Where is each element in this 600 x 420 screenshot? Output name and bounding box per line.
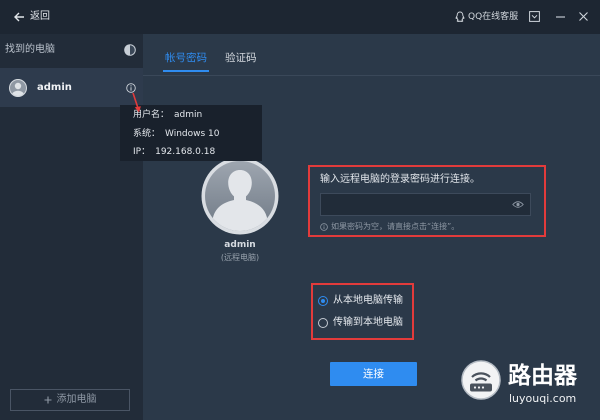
password-hint-text: 如果密码为空，请直接点击“连接”。 — [331, 222, 460, 231]
sidebar-header: 找到的电脑 — [5, 44, 55, 55]
transfer-direction-group: 从本地电脑传输 传输到本地电脑 — [311, 283, 414, 340]
watermark-name: 路由器 — [508, 363, 577, 389]
password-prompt: 输入远程电脑的登录密码进行连接。 — [320, 174, 480, 185]
tooltip-value: admin — [174, 110, 203, 120]
radio-option-local-to-remote[interactable]: 从本地电脑传输 — [318, 295, 403, 307]
title-bar: 返回 QQ在线客服 — [0, 0, 600, 34]
tooltip-row-username: 用户名： admin — [133, 109, 262, 128]
watermark-domain: luyouqi.com — [509, 392, 577, 405]
eye-icon[interactable] — [512, 200, 524, 209]
password-input[interactable] — [321, 194, 511, 215]
add-computer-label: 添加电脑 — [56, 394, 97, 405]
annotation-arrow — [128, 91, 144, 115]
tooltip-value: Windows 10 — [165, 128, 220, 139]
tab-account-password[interactable]: 帐号密码 — [163, 52, 209, 72]
refresh-spinner-icon[interactable] — [124, 44, 136, 56]
arrow-left-icon — [13, 11, 25, 23]
connect-button[interactable]: 连接 — [330, 362, 417, 386]
radio-label: 传输到本地电脑 — [333, 317, 403, 328]
router-logo-icon — [461, 360, 501, 400]
user-avatar-icon — [9, 79, 27, 97]
qq-support-link[interactable]: QQ在线客服 — [455, 10, 518, 24]
password-section: 输入远程电脑的登录密码进行连接。 如果密码为空，请直接点击“连接”。 — [308, 165, 546, 237]
remote-computer-caption: (远程电脑) — [220, 253, 260, 262]
radio-button[interactable] — [318, 296, 328, 306]
support-label: QQ在线客服 — [468, 12, 519, 22]
radio-option-remote-to-local[interactable]: 传输到本地电脑 — [318, 317, 403, 329]
tooltip-label: 系统： — [133, 128, 161, 139]
tabs-divider — [143, 75, 600, 76]
radio-label: 从本地电脑传输 — [333, 295, 403, 306]
radio-button[interactable] — [318, 318, 328, 328]
remote-connect-window: 返回 QQ在线客服 找到的电脑 admin 添加电脑 帐号密码 验证码 admi… — [0, 0, 600, 420]
hint-info-icon — [320, 223, 328, 231]
computer-name: admin — [37, 82, 72, 93]
dropdown-box-icon[interactable] — [529, 11, 540, 22]
password-hint: 如果密码为空，请直接点击“连接”。 — [320, 222, 459, 232]
close-icon[interactable] — [578, 11, 589, 22]
sidebar: 找到的电脑 admin 添加电脑 — [0, 34, 143, 420]
tooltip-label: IP： — [133, 147, 151, 157]
remote-computer-name: admin — [224, 240, 256, 250]
computer-list-item[interactable]: admin — [0, 68, 143, 107]
back-label: 返回 — [30, 11, 50, 22]
add-computer-button[interactable]: 添加电脑 — [10, 389, 130, 411]
tab-verification-code[interactable]: 验证码 — [223, 52, 259, 70]
back-button[interactable]: 返回 — [13, 10, 50, 24]
tooltip-value: 192.168.0.18 — [155, 147, 216, 157]
remote-user-avatar-icon — [201, 157, 279, 235]
tooltip-row-system: 系统： Windows 10 — [133, 128, 262, 147]
tooltip-row-ip: IP： 192.168.0.18 — [133, 146, 262, 165]
annotation-box-transfer — [311, 283, 414, 340]
minimize-icon[interactable] — [555, 11, 566, 22]
qq-icon — [455, 11, 465, 23]
password-field[interactable] — [320, 193, 531, 216]
plus-icon — [44, 396, 52, 404]
